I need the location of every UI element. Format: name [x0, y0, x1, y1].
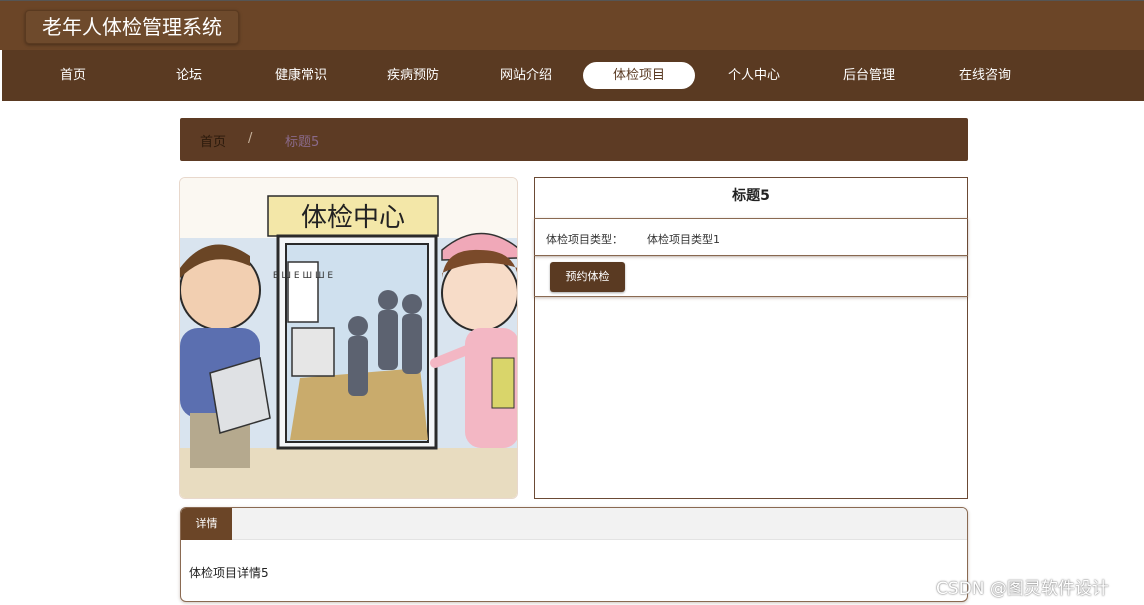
nav-item-health-knowledge[interactable]: 健康常识 — [245, 62, 357, 89]
checkup-center-illustration: 体检中心 E Ш E Ш Ш E — [180, 178, 517, 498]
nav-item-checkup-items[interactable]: 体检项目 — [583, 62, 695, 89]
nav-item-disease-prevention[interactable]: 疾病预防 — [357, 62, 469, 89]
breadcrumb-home-link[interactable]: 首页 — [200, 131, 226, 150]
nav-item-admin[interactable]: 后台管理 — [813, 62, 925, 89]
nav-item-personal-center[interactable]: 个人中心 — [698, 62, 810, 89]
nav-item-site-intro[interactable]: 网站介绍 — [470, 62, 582, 89]
detail-tab-bar: 详情 — [181, 508, 967, 540]
item-title: 标题5 — [732, 188, 770, 204]
book-checkup-button[interactable]: 预约体检 — [550, 262, 625, 292]
nav-item-home[interactable]: 首页 — [17, 62, 129, 89]
detail-content: 体检项目详情5 — [189, 566, 269, 580]
action-row: 预约体检 — [534, 257, 968, 297]
header-bar: 老年人体检管理系统 — [0, 0, 1144, 50]
checkup-item-image: 体检中心 E Ш E Ш Ш E — [179, 177, 518, 499]
checkup-info-panel: 标题5 体检项目类型： 体检项目类型1 预约体检 — [534, 177, 968, 499]
breadcrumb: 首页 / 标题5 — [180, 118, 968, 161]
main-nav: 首页 论坛 健康常识 疾病预防 网站介绍 体检项目 个人中心 后台管理 在线咨询 — [2, 50, 1144, 101]
sign-text: 体检中心 — [301, 203, 405, 233]
item-type-value: 体检项目类型1 — [647, 233, 720, 246]
eye-chart-text: E Ш E Ш Ш E — [273, 271, 334, 281]
tab-details[interactable]: 详情 — [181, 508, 232, 540]
breadcrumb-separator: / — [248, 131, 253, 146]
item-type-row: 体检项目类型： 体检项目类型1 — [534, 218, 968, 256]
nav-item-forum[interactable]: 论坛 — [133, 62, 245, 89]
item-type-label: 体检项目类型： — [546, 233, 623, 246]
breadcrumb-current: 标题5 — [285, 135, 320, 150]
detail-panel: 详情 体检项目详情5 — [180, 507, 968, 602]
nav-item-online-consult[interactable]: 在线咨询 — [929, 62, 1041, 89]
watermark: CSDN @图灵软件设计 — [936, 579, 1109, 599]
site-title: 老年人体检管理系统 — [25, 10, 239, 44]
